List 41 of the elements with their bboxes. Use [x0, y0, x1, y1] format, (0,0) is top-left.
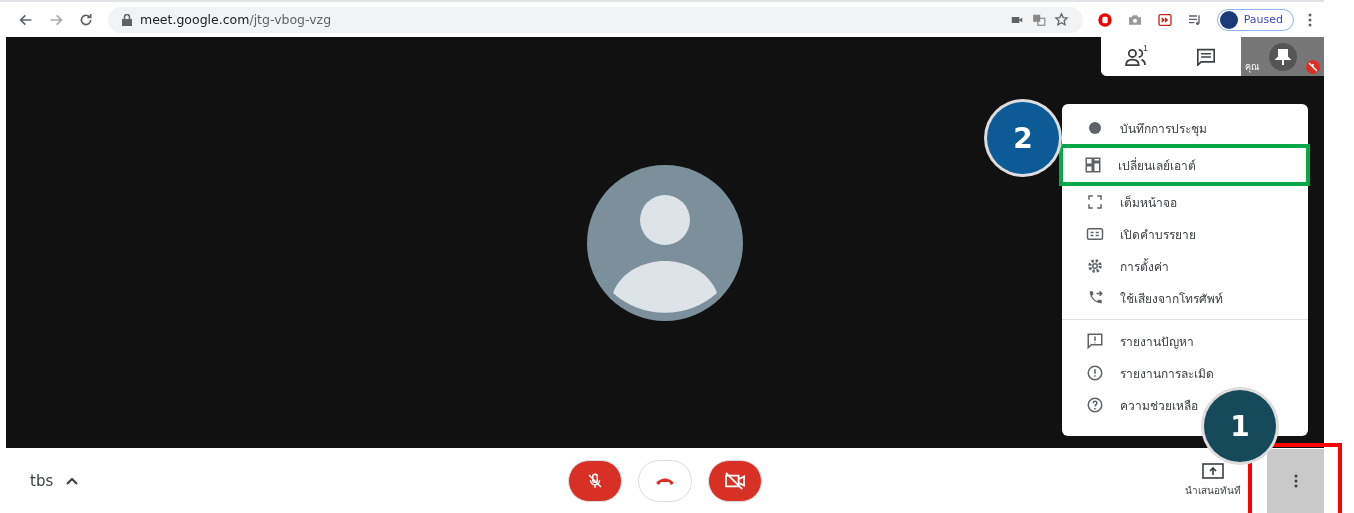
menu-item[interactable]: เปิดคำบรรยาย — [1062, 218, 1308, 250]
settings-icon — [1086, 257, 1104, 275]
chevron-up-icon[interactable] — [65, 475, 80, 486]
pin-icon — [1268, 42, 1297, 71]
translate-icon — [1031, 12, 1046, 27]
person-avatar-icon — [587, 164, 743, 321]
feedback-icon — [1086, 332, 1104, 350]
star-icon[interactable] — [1053, 12, 1069, 27]
reload-icon[interactable] — [78, 11, 94, 28]
people-icon — [1125, 47, 1147, 66]
chat-icon — [1196, 47, 1216, 66]
microphone-button[interactable] — [568, 459, 622, 502]
more-vertical-icon[interactable] — [1308, 12, 1312, 27]
present-now-button[interactable]: นำเสนอทันที — [1179, 462, 1247, 499]
avatar — [1219, 10, 1238, 29]
warning-icon — [1086, 364, 1104, 382]
menu-item[interactable]: เต็มหน้าจอ — [1062, 186, 1308, 218]
record-dot-icon — [1086, 119, 1104, 137]
menu-item[interactable]: รายงานปัญหา — [1062, 325, 1308, 357]
layout-grid-icon — [1084, 156, 1102, 174]
menu-item[interactable]: เปลี่ยนเลย์เอาต์ — [1059, 144, 1310, 186]
camera-button[interactable] — [708, 459, 762, 502]
present-screen-icon — [1202, 463, 1224, 479]
step-badge: 1 — [1204, 390, 1276, 462]
fast-forward-icon[interactable] — [1156, 11, 1173, 28]
self-label: คุณ — [1245, 61, 1259, 74]
muted-mic-icon — [586, 471, 604, 490]
hang-up-button[interactable] — [638, 459, 692, 502]
url-text: meet.google.com/jtg-vbog-vzg — [140, 12, 332, 27]
captions-icon — [1086, 225, 1104, 243]
menu-item[interactable]: ใช้เสียงจากโทรศัพท์ — [1062, 282, 1308, 314]
menu-item[interactable]: รายงานการละเมิด — [1062, 357, 1308, 389]
fullscreen-icon — [1086, 193, 1104, 211]
camera-off-icon — [724, 471, 746, 490]
address-bar[interactable]: meet.google.com/jtg-vbog-vzg — [108, 6, 1083, 33]
menu-item[interactable]: บันทึกการประชุม — [1062, 112, 1308, 144]
help-icon — [1086, 396, 1104, 414]
menu-item[interactable]: การตั้งค่า — [1062, 250, 1308, 282]
meeting-name[interactable]: tbs — [30, 471, 54, 490]
more-vertical-icon — [1293, 473, 1298, 488]
lock-icon — [122, 13, 132, 26]
